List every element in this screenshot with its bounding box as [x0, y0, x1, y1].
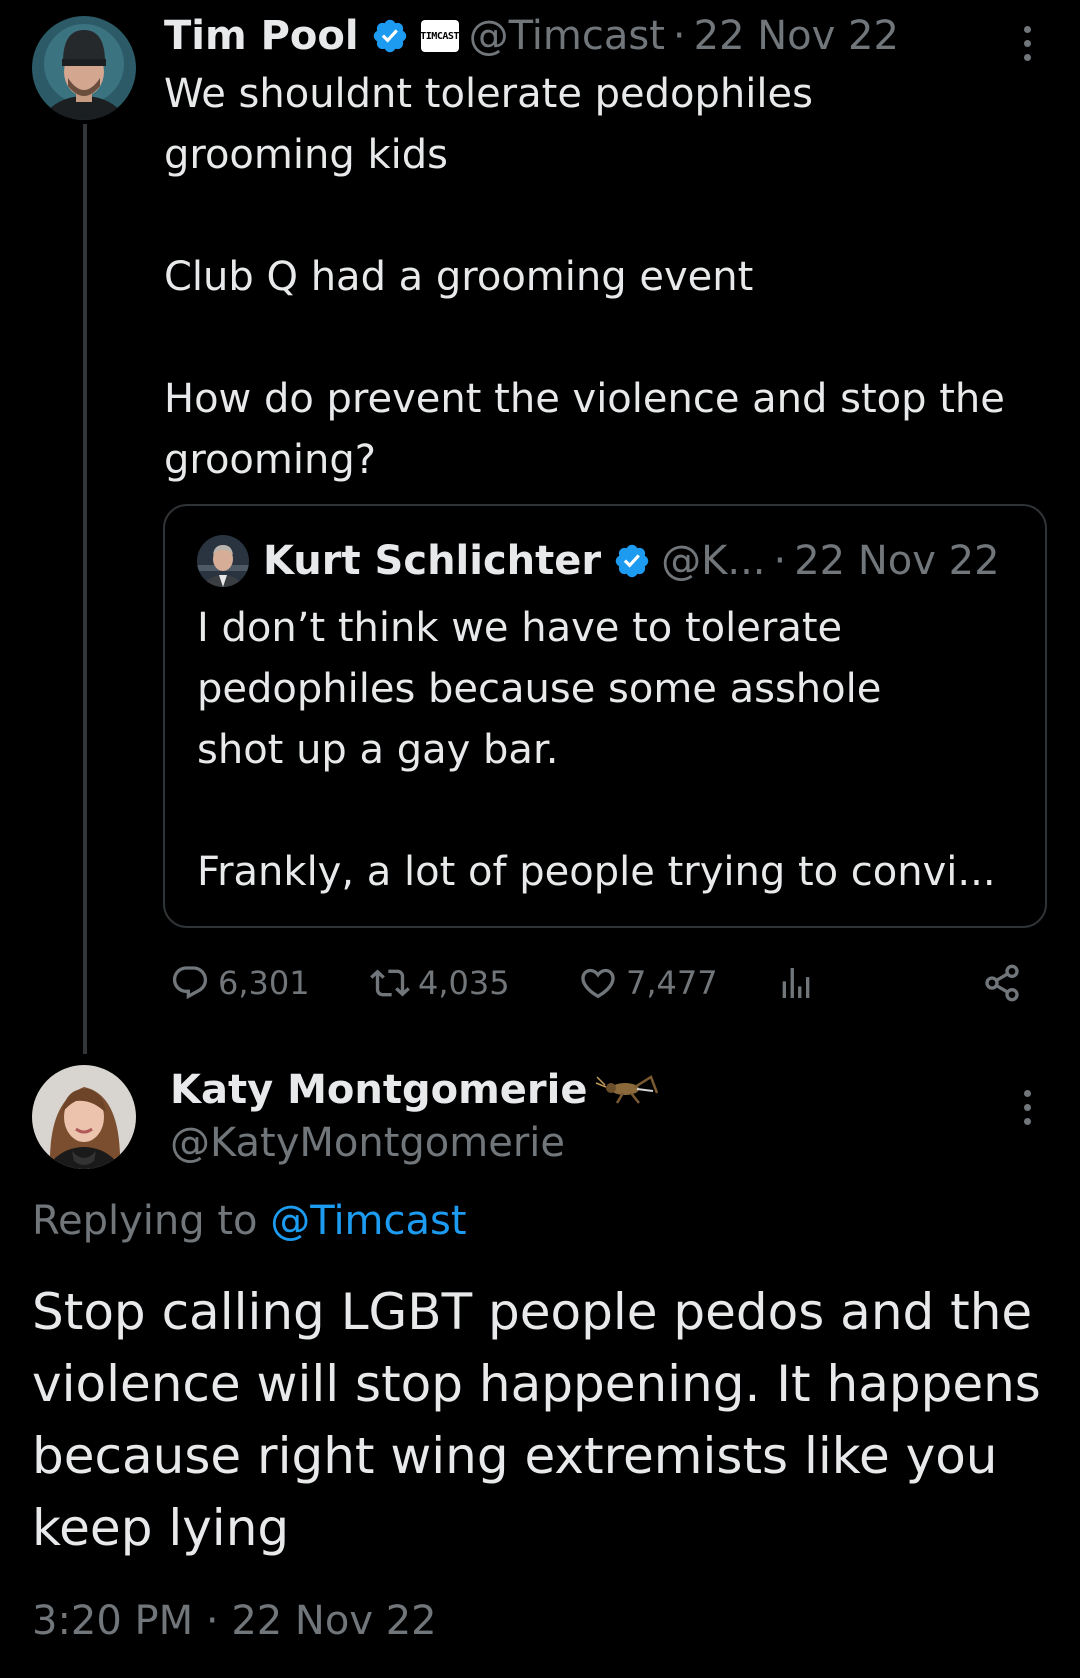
more-icon[interactable] [1021, 26, 1033, 61]
verified-badge-icon [615, 544, 649, 578]
reply-button[interactable]: 6,301 [170, 958, 310, 1008]
reply-header: Katy Montgomerie [170, 1064, 659, 1116]
kurt-schlichter-avatar [197, 535, 249, 587]
quoted-tweet-date: 22 Nov 22 [794, 538, 1000, 584]
author-handle[interactable]: @Timcast [469, 13, 665, 59]
views-button[interactable] [776, 958, 816, 1008]
like-icon [581, 968, 615, 999]
thread-connector-line [83, 124, 87, 1054]
retweet-count: 4,035 [418, 964, 510, 1002]
reply-timestamp[interactable]: 3:20 PM · 22 Nov 22 [32, 1598, 437, 1644]
tweet-text: We shouldnt tolerate pedophiles grooming… [164, 71, 1005, 483]
author-name[interactable]: Tim Pool [164, 13, 359, 59]
quoted-tweet-header: Kurt Schlichter @K... · 22 Nov 22 [197, 534, 1000, 588]
share-icon [985, 964, 1019, 1002]
views-icon [782, 968, 810, 998]
retweet-icon [370, 969, 410, 997]
tweet-header: Tim Pool TIMCAST @Timcast · 22 Nov 22 [164, 10, 899, 62]
separator-dot: · [672, 13, 686, 59]
cricket-icon [596, 1075, 659, 1104]
quoted-tweet-text: I don’t think we have to tolerate pedoph… [197, 605, 996, 895]
tweet-date[interactable]: 22 Nov 22 [694, 13, 899, 59]
reply-count: 6,301 [218, 964, 310, 1002]
quoted-tweet[interactable]: Kurt Schlichter @K... · 22 Nov 22 I don’… [163, 504, 1047, 928]
separator-dot: · [773, 538, 787, 584]
reply-author-handle[interactable]: @KatyMontgomerie [170, 1120, 565, 1166]
replying-to-label: Replying to [32, 1198, 271, 1244]
quoted-author-name: Kurt Schlichter [263, 538, 602, 584]
like-button[interactable]: 7,477 [578, 958, 718, 1008]
reply-icon [172, 966, 208, 1000]
tweet-actions: 6,301 4,035 7,477 [170, 958, 1030, 1008]
verified-badge-icon [373, 19, 406, 53]
quoted-author-handle: @K... [661, 538, 766, 584]
replying-to-mention[interactable]: @Timcast [270, 1198, 466, 1244]
more-icon[interactable] [1021, 1090, 1033, 1125]
tim-pool-avatar[interactable] [32, 16, 136, 120]
katy-montgomerie-avatar[interactable] [32, 1065, 136, 1169]
reply-text: Stop calling LGBT people pedos and the v… [32, 1283, 1041, 1557]
retweet-button[interactable]: 4,035 [370, 958, 510, 1008]
replying-to: Replying to @Timcast [32, 1198, 467, 1244]
share-button[interactable] [982, 958, 1022, 1008]
affiliate-badge[interactable]: TIMCAST [420, 20, 459, 52]
like-count: 7,477 [626, 964, 718, 1002]
reply-author-name[interactable]: Katy Montgomerie [170, 1067, 587, 1113]
